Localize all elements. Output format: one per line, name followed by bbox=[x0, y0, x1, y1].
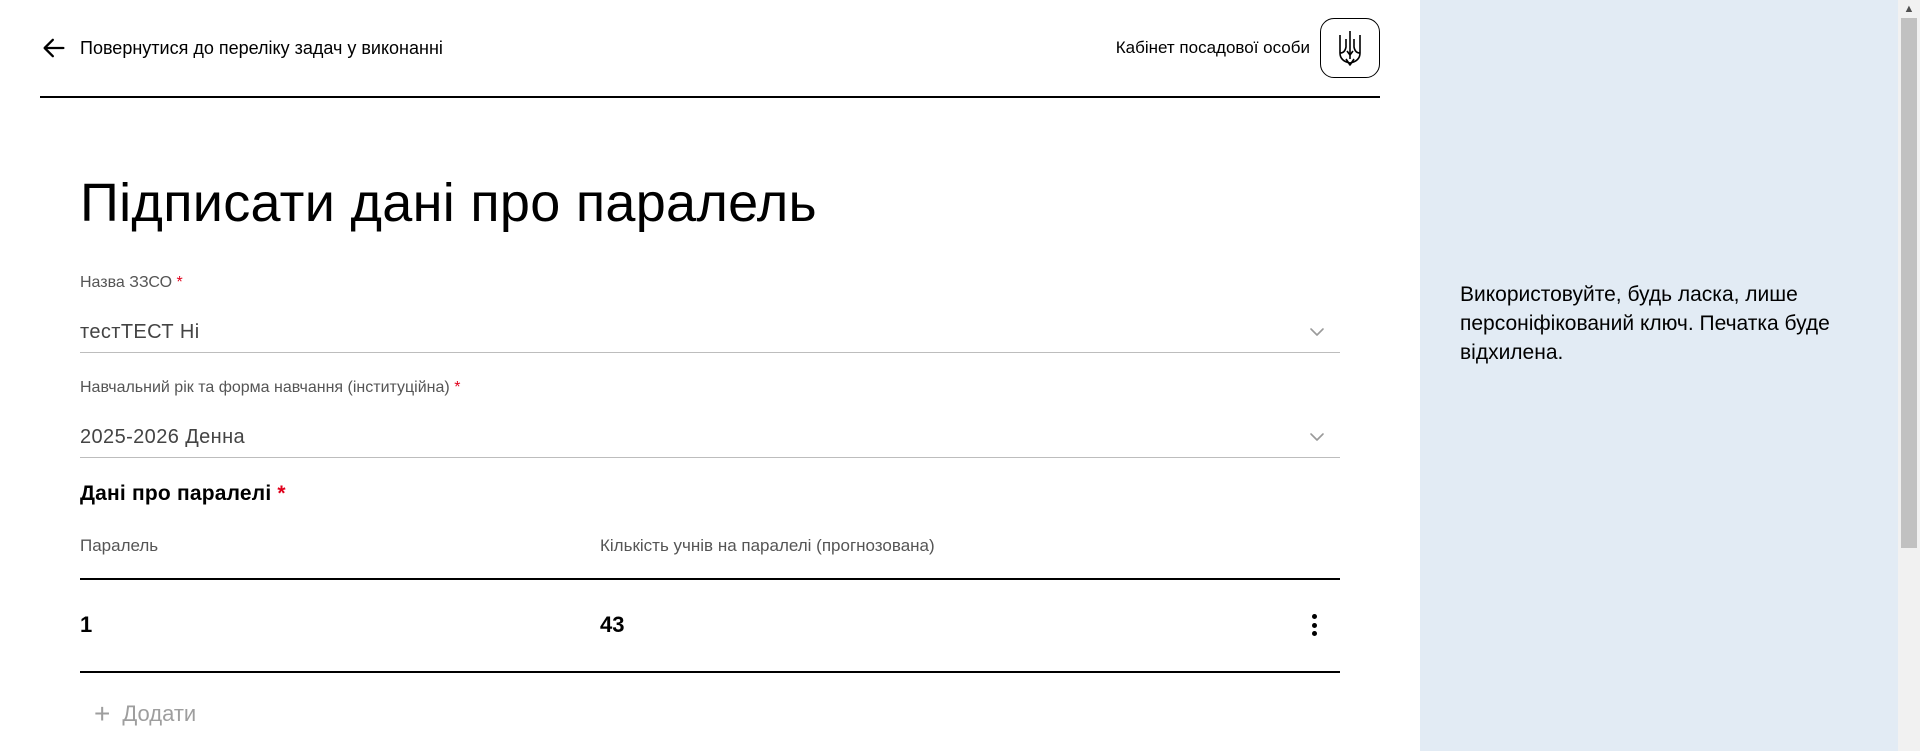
year-select[interactable]: 2025-2026 Денна bbox=[80, 418, 1340, 458]
back-link[interactable]: Повернутися до переліку задач у виконанн… bbox=[40, 34, 443, 62]
year-select-value: 2025-2026 Денна bbox=[80, 426, 246, 448]
parallels-section-title: Дані про паралелі * bbox=[80, 482, 286, 506]
main-panel: Повернутися до переліку задач у виконанн… bbox=[0, 0, 1420, 751]
coat-of-arms-logo[interactable] bbox=[1320, 18, 1380, 78]
required-mark: * bbox=[176, 274, 183, 291]
vertical-scrollbar[interactable]: ▲ bbox=[1898, 0, 1920, 751]
info-sidebar: Використовуйте, будь ласка, лише персоні… bbox=[1420, 0, 1898, 751]
add-parallel-button[interactable]: + Додати bbox=[94, 700, 196, 728]
back-link-label: Повернутися до переліку задач у виконанн… bbox=[80, 37, 443, 58]
trident-icon bbox=[1339, 31, 1361, 66]
school-label-text: Назва ЗЗСО bbox=[80, 274, 173, 291]
arrow-left-icon bbox=[43, 38, 65, 58]
table-row-divider bbox=[80, 671, 1340, 673]
cell-parallel: 1 bbox=[80, 612, 93, 637]
table-header-divider bbox=[80, 578, 1340, 580]
key-usage-note: Використовуйте, будь ласка, лише персоні… bbox=[1460, 283, 1830, 364]
row-menu-icon[interactable] bbox=[1306, 612, 1322, 638]
chevron-down-icon bbox=[1310, 433, 1324, 441]
required-mark: * bbox=[454, 379, 461, 396]
add-button-label: Додати bbox=[122, 701, 197, 726]
column-header-students: Кількість учнів на паралелі (прогнозован… bbox=[600, 536, 935, 555]
plus-icon: + bbox=[94, 698, 111, 729]
year-field-label: Навчальний рік та форма навчання (інстит… bbox=[80, 379, 460, 397]
chevron-down-icon bbox=[1310, 328, 1324, 336]
required-mark: * bbox=[277, 482, 286, 505]
school-select[interactable]: тестТЕСТ Ні bbox=[80, 313, 1340, 353]
cabinet-label: Кабінет посадової особи bbox=[1115, 38, 1310, 57]
school-select-value: тестТЕСТ Ні bbox=[80, 321, 200, 343]
page-title: Підписати дані про паралель bbox=[80, 173, 817, 233]
school-field-label: Назва ЗЗСО * bbox=[80, 274, 183, 292]
year-label-text: Навчальний рік та форма навчання (інстит… bbox=[80, 379, 450, 396]
scrollbar-thumb[interactable] bbox=[1901, 18, 1917, 548]
page-header: Повернутися до переліку задач у виконанн… bbox=[40, 0, 1380, 98]
column-header-parallel: Паралель bbox=[80, 536, 159, 555]
cell-students: 43 bbox=[600, 612, 625, 637]
scroll-up-arrow-icon[interactable]: ▲ bbox=[1898, 0, 1920, 18]
parallels-title-text: Дані про паралелі bbox=[80, 482, 272, 505]
user-cabinet[interactable]: Кабінет посадової особи bbox=[1116, 18, 1380, 78]
